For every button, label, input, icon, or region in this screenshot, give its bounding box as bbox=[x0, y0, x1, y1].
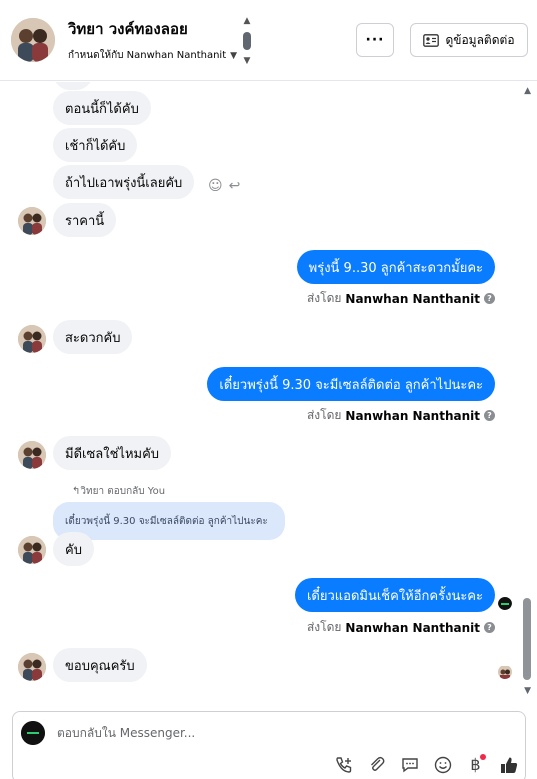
seen-indicator-icon bbox=[498, 596, 512, 610]
message-bubble-incoming[interactable]: ตอนนี้ก็ได้คับ bbox=[53, 91, 151, 125]
conversation-stepper[interactable]: ▲ ▼ bbox=[240, 16, 254, 66]
sent-by-name: Nanwhan Nanthanit bbox=[345, 620, 480, 635]
more-options-button[interactable]: ··· bbox=[356, 23, 394, 57]
contact-name[interactable]: วิทยา วงค์ทองลอย bbox=[68, 17, 188, 41]
reply-input[interactable] bbox=[57, 726, 457, 740]
sent-by-prefix: ส่งโดย bbox=[306, 291, 342, 305]
call-icon[interactable] bbox=[333, 754, 354, 775]
assignee-dropdown[interactable]: กำหนดให้กับ Nanwhan Nanthanit ▼ bbox=[68, 48, 237, 63]
react-emoji-icon[interactable]: ☺ bbox=[208, 178, 223, 194]
sent-by-label: ส่งโดย Nanwhan Nanthanit ? bbox=[307, 406, 495, 425]
stepper-handle[interactable] bbox=[243, 32, 251, 50]
message-bubble-outgoing[interactable]: เดี๋ยวแอดมินเช็คให้อีกครั้งนะคะ bbox=[294, 578, 495, 612]
chevron-up-icon[interactable]: ▲ bbox=[244, 16, 251, 26]
help-icon[interactable]: ? bbox=[484, 622, 495, 633]
scroll-thumb[interactable] bbox=[523, 598, 531, 680]
message-thread[interactable]: ตอนนี้ก็ได้คับ เช้าก็ได้คับ ถ้าไปเอาพรุ่… bbox=[0, 82, 537, 702]
scroll-up-icon[interactable]: ▲ bbox=[524, 86, 531, 96]
sender-avatar bbox=[18, 441, 46, 469]
message-bubble-outgoing[interactable]: พรุ่งนี้ 9..30 ลูกค้าสะดวกมั้ยคะ bbox=[296, 250, 495, 284]
message-bubble-incoming[interactable]: มีดีเซลใช่ไหมคับ bbox=[53, 436, 172, 470]
notification-dot bbox=[480, 754, 486, 760]
reply-context-label: ↰วิทยา ตอบกลับ You bbox=[72, 486, 166, 497]
help-icon[interactable]: ? bbox=[484, 410, 495, 421]
chevron-down-icon[interactable]: ▼ bbox=[244, 56, 251, 66]
sender-avatar bbox=[18, 653, 46, 681]
page-avatar bbox=[21, 721, 45, 745]
message-bubble-incoming[interactable]: ขอบคุณครับ bbox=[53, 648, 147, 682]
sent-by-name: Nanwhan Nanthanit bbox=[345, 291, 480, 306]
payment-icon[interactable]: ฿ bbox=[465, 754, 486, 775]
message-composer: ฿ bbox=[12, 711, 526, 779]
message-actions: ☺ ↩ bbox=[208, 178, 240, 194]
quoted-message[interactable]: เดี๋ยวพรุ่งนี้ 9.30 จะมีเซลล์ติดต่อ ลูกค… bbox=[53, 502, 285, 540]
like-icon[interactable] bbox=[498, 754, 519, 775]
message-bubble-partial bbox=[53, 82, 93, 90]
message-bubble-incoming[interactable]: คับ bbox=[53, 532, 94, 566]
message-bubble-incoming[interactable]: เช้าก็ได้คับ bbox=[53, 128, 138, 162]
message-bubble-outgoing[interactable]: เดี๋ยวพรุ่งนี้ 9.30 จะมีเซลล์ติดต่อ ลูกค… bbox=[207, 367, 495, 401]
sent-by-name: Nanwhan Nanthanit bbox=[345, 408, 480, 423]
view-contact-label: ดูข้อมูลติดต่อ bbox=[445, 32, 515, 47]
baht-icon: ฿ bbox=[470, 755, 481, 774]
more-label: ··· bbox=[365, 32, 385, 48]
sent-by-label: ส่งโดย Nanwhan Nanthanit ? bbox=[307, 618, 495, 637]
composer-toolbar: ฿ bbox=[333, 754, 519, 775]
message-bubble-incoming[interactable]: สะดวกคับ bbox=[53, 320, 133, 354]
caret-down-icon: ▼ bbox=[230, 50, 238, 61]
sent-by-prefix: ส่งโดย bbox=[306, 620, 342, 634]
scroll-down-icon[interactable]: ▼ bbox=[524, 686, 531, 696]
attachment-icon[interactable] bbox=[366, 754, 387, 775]
contact-avatar[interactable] bbox=[11, 18, 55, 62]
saved-replies-icon[interactable] bbox=[399, 754, 420, 775]
read-receipt-avatar bbox=[498, 665, 512, 679]
sent-by-prefix: ส่งโดย bbox=[306, 408, 342, 422]
message-scrollbar[interactable]: ▲ ▼ bbox=[523, 82, 535, 702]
sender-avatar bbox=[18, 207, 46, 235]
emoji-icon[interactable] bbox=[432, 754, 453, 775]
conversation-header: วิทยา วงค์ทองลอย กำหนดให้กับ Nanwhan Nan… bbox=[0, 0, 537, 81]
reply-icon[interactable]: ↩ bbox=[229, 178, 241, 194]
sender-avatar bbox=[18, 536, 46, 564]
message-bubble-incoming[interactable]: ราคานี้ bbox=[53, 203, 117, 237]
sender-avatar bbox=[18, 325, 46, 353]
assignee-label: กำหนดให้กับ Nanwhan Nanthanit bbox=[68, 50, 227, 61]
sent-by-label: ส่งโดย Nanwhan Nanthanit ? bbox=[307, 289, 495, 308]
help-icon[interactable]: ? bbox=[484, 293, 495, 304]
view-contact-button[interactable]: ดูข้อมูลติดต่อ bbox=[410, 23, 528, 57]
contact-card-icon bbox=[423, 33, 440, 47]
message-bubble-incoming[interactable]: ถ้าไปเอาพรุ่งนี้เลยคับ bbox=[53, 165, 195, 199]
